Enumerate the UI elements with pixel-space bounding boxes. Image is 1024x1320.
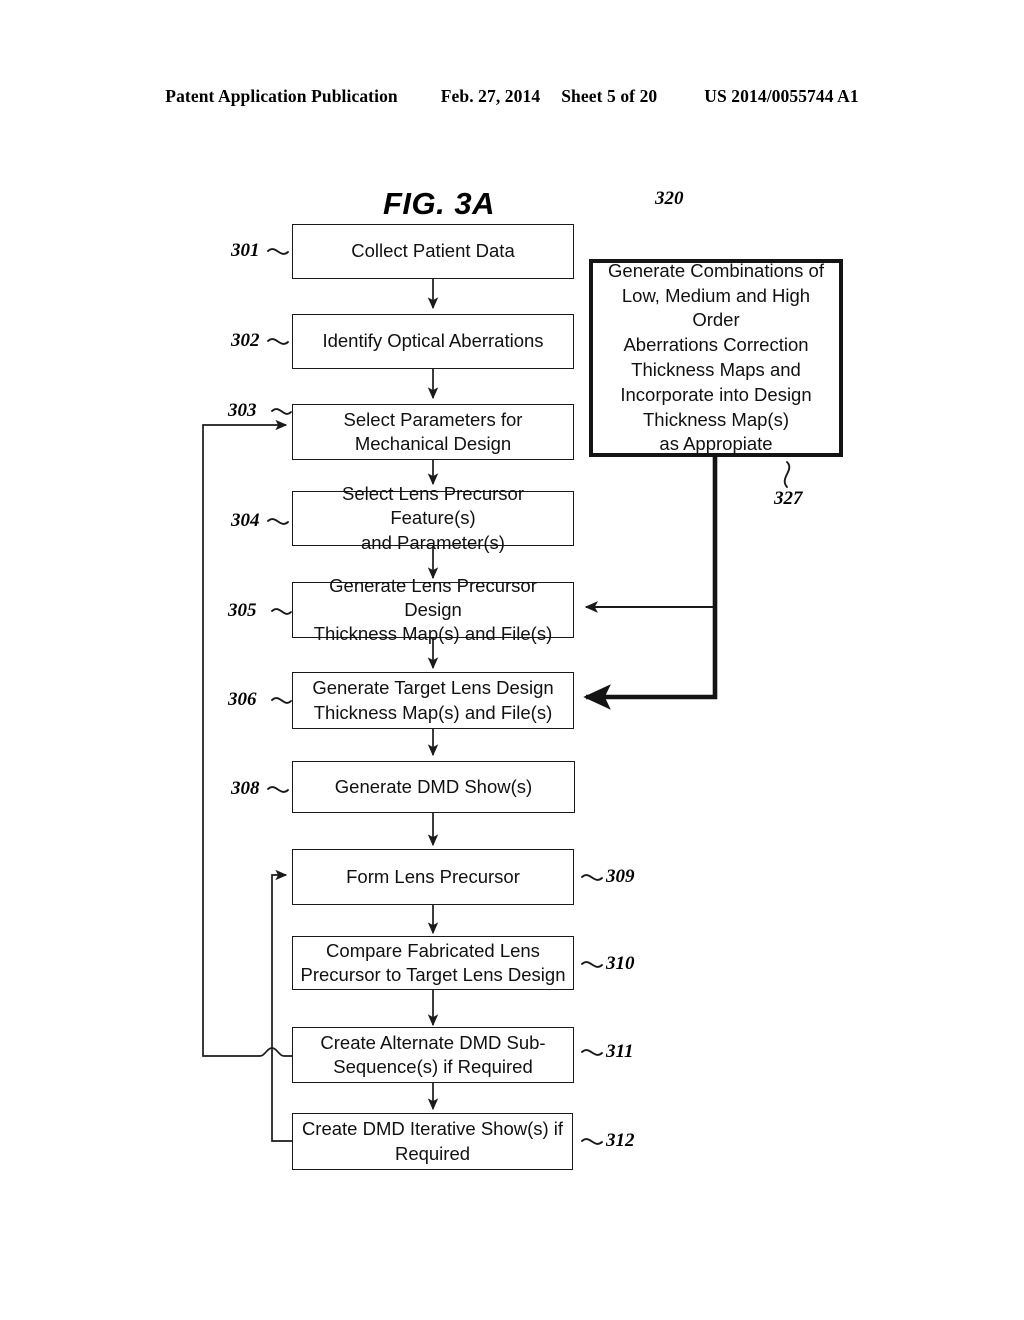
ref-312: 312 <box>606 1130 635 1151</box>
node-305-generate-lens-precursor-design[interactable]: Generate Lens Precursor Design Thickness… <box>292 575 574 644</box>
ref-306: 306 <box>228 689 257 710</box>
ref-305: 305 <box>228 600 257 621</box>
node-306-label: Generate Target Lens Design Thickness Ma… <box>312 677 554 723</box>
ref-320: 320 <box>655 188 684 209</box>
figure-title: FIG. 3A <box>383 186 496 221</box>
ref-309: 309 <box>606 866 635 887</box>
ref-302: 302 <box>231 330 260 351</box>
node-305-label: Generate Lens Precursor Design Thickness… <box>313 574 553 645</box>
node-311-label: Create Alternate DMD Sub- Sequence(s) if… <box>320 1031 546 1077</box>
node-302-label: Identify Optical Aberrations <box>322 330 544 352</box>
node-312-create-dmd-iterative-shows[interactable]: Create DMD Iterative Show(s) if Required <box>292 1113 573 1170</box>
ref-311: 311 <box>606 1041 634 1062</box>
ref-301: 301 <box>231 240 260 261</box>
node-310-label: Compare Fabricated Lens Precursor to Tar… <box>300 939 566 985</box>
node-327-generate-combinations[interactable]: Generate Combinations of Low, Medium and… <box>589 259 843 457</box>
node-304-label: Select Lens Precursor Feature(s) and Par… <box>341 483 524 553</box>
node-312-label: Create DMD Iterative Show(s) if Required <box>301 1118 564 1164</box>
node-308-generate-dmd-shows[interactable]: Generate DMD Show(s) <box>292 761 575 813</box>
node-311-create-alternate-dmd-subsequences[interactable]: Create Alternate DMD Sub- Sequence(s) if… <box>292 1027 574 1083</box>
node-310-compare-fabricated-lens[interactable]: Compare Fabricated Lens Precursor to Tar… <box>292 936 574 990</box>
node-309-form-lens-precursor[interactable]: Form Lens Precursor <box>292 849 574 905</box>
figure-3a: FIG. 3A 320 301 302 303 304 305 306 308 … <box>0 0 1024 1320</box>
node-306-generate-target-lens-design[interactable]: Generate Target Lens Design Thickness Ma… <box>292 672 574 729</box>
ref-308: 308 <box>231 778 260 799</box>
node-303-select-parameters-mechanical-design[interactable]: Select Parameters for Mechanical Design <box>292 404 574 460</box>
node-301-label: Collect Patient Data <box>351 240 515 262</box>
node-304-select-lens-precursor-features[interactable]: Select Lens Precursor Feature(s) and Par… <box>292 483 574 553</box>
ref-327: 327 <box>774 488 803 509</box>
ref-304: 304 <box>231 510 260 531</box>
node-309-label: Form Lens Precursor <box>346 865 520 887</box>
node-308-label: Generate DMD Show(s) <box>334 775 533 797</box>
ref-310: 310 <box>606 953 635 974</box>
node-327-label: Generate Combinations of Low, Medium and… <box>608 259 824 455</box>
ref-303: 303 <box>228 400 257 421</box>
node-303-label: Select Parameters for Mechanical Design <box>343 408 523 454</box>
node-301-collect-patient-data[interactable]: Collect Patient Data <box>292 224 574 279</box>
node-302-identify-optical-aberrations[interactable]: Identify Optical Aberrations <box>292 314 574 369</box>
